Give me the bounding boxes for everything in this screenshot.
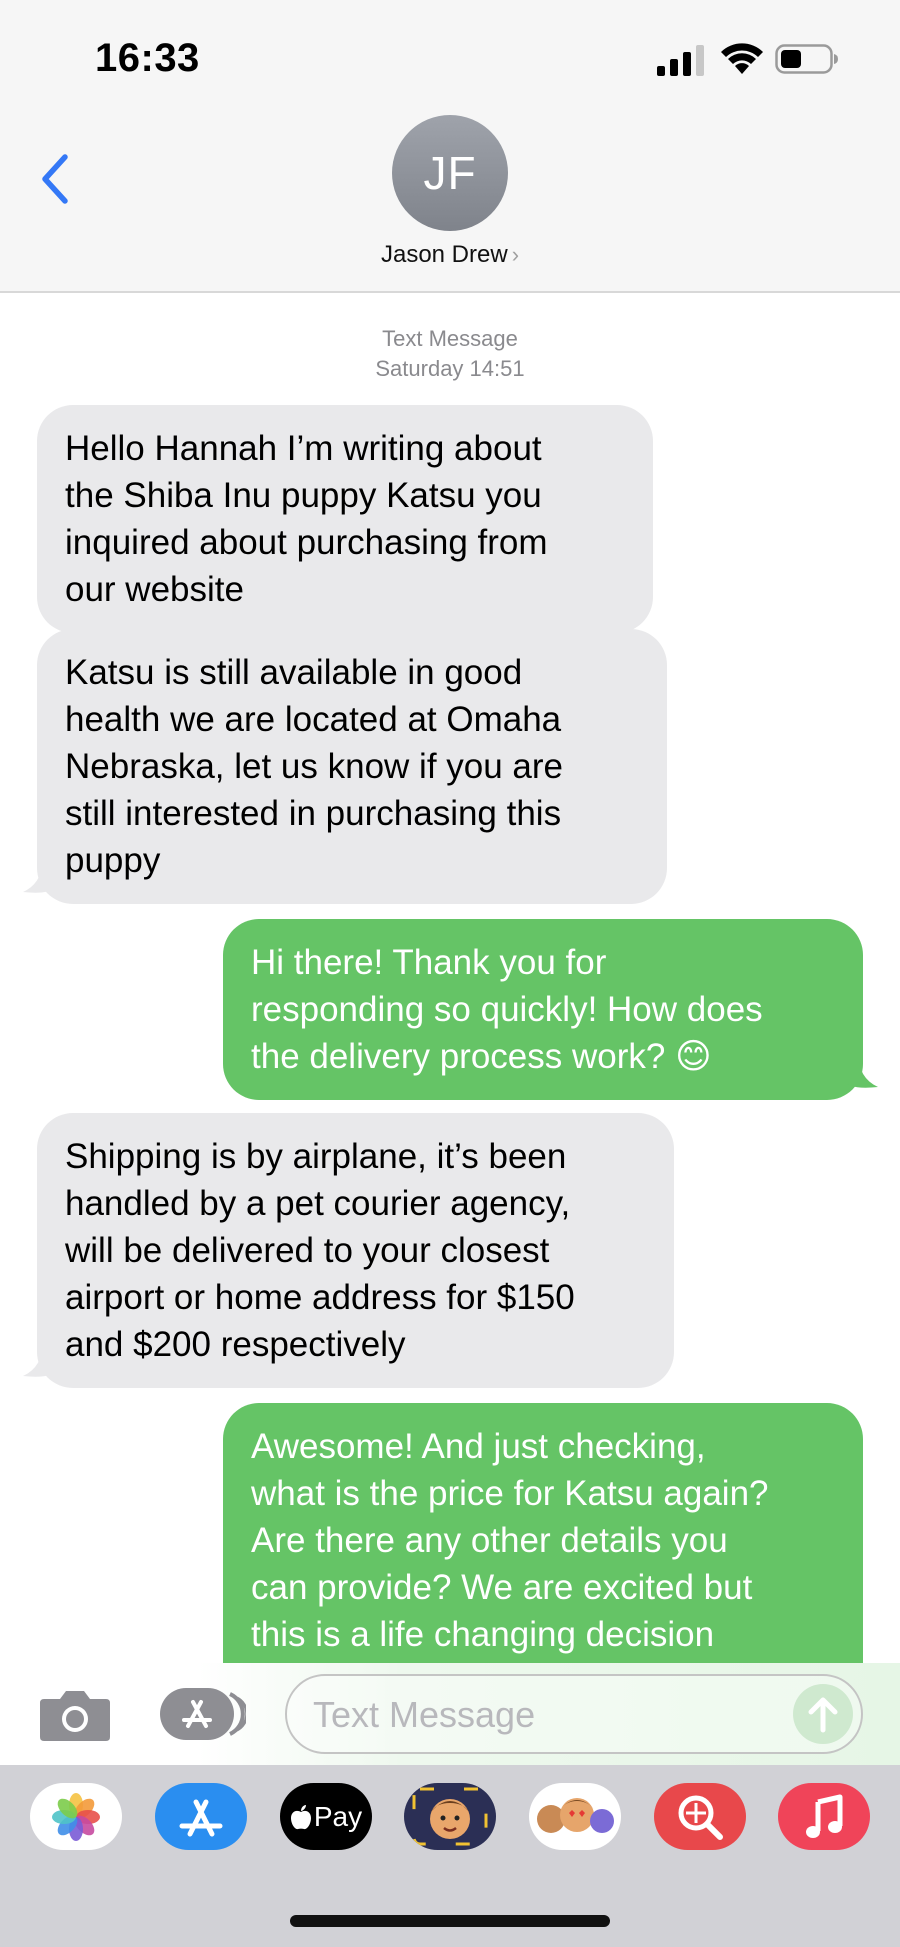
apple-pay-app-button[interactable]: Pay	[280, 1783, 372, 1850]
message-bubble-outgoing[interactable]: Hi there! Thank you for responding so qu…	[223, 919, 863, 1100]
apple-logo-icon	[290, 1804, 311, 1829]
contact-name-button[interactable]: Jason Drew ›	[0, 241, 900, 269]
chevron-right-icon: ›	[511, 242, 520, 267]
message-line: handled by a pet courier agency,	[65, 1184, 571, 1223]
camera-button[interactable]	[38, 1687, 112, 1743]
message-line: the delivery process work? 😊	[251, 1037, 712, 1076]
app-store-icon	[160, 1688, 249, 1740]
contact-name: Jason Drew	[380, 241, 508, 268]
message-line: Katsu is still available in good	[65, 653, 523, 692]
back-button[interactable]	[30, 144, 80, 214]
message-input[interactable]	[313, 1686, 773, 1744]
message-line: airport or home address for $150	[65, 1278, 575, 1317]
message-line: and $200 respectively	[65, 1325, 406, 1364]
message-input-field[interactable]	[285, 1674, 863, 1754]
cellular-signal-icon	[657, 45, 704, 76]
message-line: still interested in purchasing this	[65, 794, 562, 833]
message-line: this is a life changing decision	[251, 1615, 715, 1654]
message-timestamp: Text Message Saturday 14:51	[0, 324, 900, 384]
memoji-stickers-icon	[537, 1798, 614, 1833]
message-line: what is the price for Katsu again?	[251, 1474, 769, 1513]
photos-app-button[interactable]	[30, 1783, 122, 1850]
contact-avatar[interactable]: JF	[392, 115, 508, 231]
app-store-button[interactable]	[160, 1688, 249, 1740]
message-line: Hello Hannah I’m writing about	[65, 429, 542, 468]
battery-icon	[775, 44, 838, 74]
home-indicator[interactable]	[290, 1915, 610, 1927]
status-time: 16:33	[95, 36, 200, 80]
message-bubble-outgoing[interactable]: Awesome! And just checking, what is the …	[223, 1403, 863, 1665]
conversation-header: JF Jason Drew ›	[0, 110, 900, 293]
image-search-app-button[interactable]	[654, 1783, 746, 1850]
message-line: Awesome! And just checking,	[251, 1427, 706, 1466]
bubble-tail-incoming	[23, 1341, 57, 1377]
bubble-tail-incoming	[23, 857, 57, 893]
timestamp-label: Text Message	[382, 326, 518, 351]
timestamp-time: Saturday 14:51	[375, 356, 525, 381]
apple-pay-label: Pay	[313, 1800, 363, 1832]
message-line: Nebraska, let us know if you are	[65, 747, 564, 786]
camera-icon	[40, 1691, 110, 1741]
message-line: can provide? We are excited but	[251, 1568, 753, 1607]
message-line: will be delivered to your closest	[65, 1231, 550, 1270]
message-list[interactable]: Text Message Saturday 14:51 Hello Hannah…	[0, 295, 900, 1665]
chevron-left-icon	[42, 154, 68, 204]
message-line: Are there any other details you	[251, 1521, 728, 1560]
message-line: our website	[65, 570, 244, 609]
app-store-icon	[179, 1799, 223, 1836]
message-line: puppy	[65, 841, 161, 880]
message-line: inquired about purchasing from	[65, 523, 548, 562]
music-icon	[806, 1794, 843, 1838]
wifi-icon	[721, 43, 763, 74]
memoji-icon	[412, 1787, 488, 1846]
memoji-app-button[interactable]	[404, 1783, 496, 1850]
message-line: Hi there! Thank you for	[251, 943, 607, 982]
message-line: health we are located at Omaha	[65, 700, 562, 739]
send-button[interactable]	[793, 1684, 853, 1744]
bubble-tail-outgoing	[844, 1052, 878, 1088]
send-arrow-icon	[808, 1697, 838, 1733]
music-app-button[interactable]	[778, 1783, 870, 1850]
image-search-icon	[678, 1795, 723, 1840]
message-line: responding so quickly! How does	[251, 990, 763, 1029]
app-store-app-button[interactable]	[155, 1783, 247, 1850]
message-bubble-incoming[interactable]: Katsu is still available in good health …	[37, 629, 667, 904]
message-bubble-incoming[interactable]: Hello Hannah I’m writing about the Shiba…	[37, 405, 653, 633]
message-line: Shipping is by airplane, it’s been	[65, 1137, 567, 1176]
imessage-app-drawer: Pay	[0, 1765, 900, 1947]
message-line: the Shiba Inu puppy Katsu you	[65, 476, 542, 515]
photos-icon	[52, 1792, 100, 1841]
status-bar: 16:33	[0, 0, 900, 110]
compose-bar	[0, 1663, 900, 1765]
message-bubble-incoming[interactable]: Shipping is by airplane, it’s been handl…	[37, 1113, 674, 1388]
memoji-stickers-app-button[interactable]	[529, 1783, 621, 1850]
